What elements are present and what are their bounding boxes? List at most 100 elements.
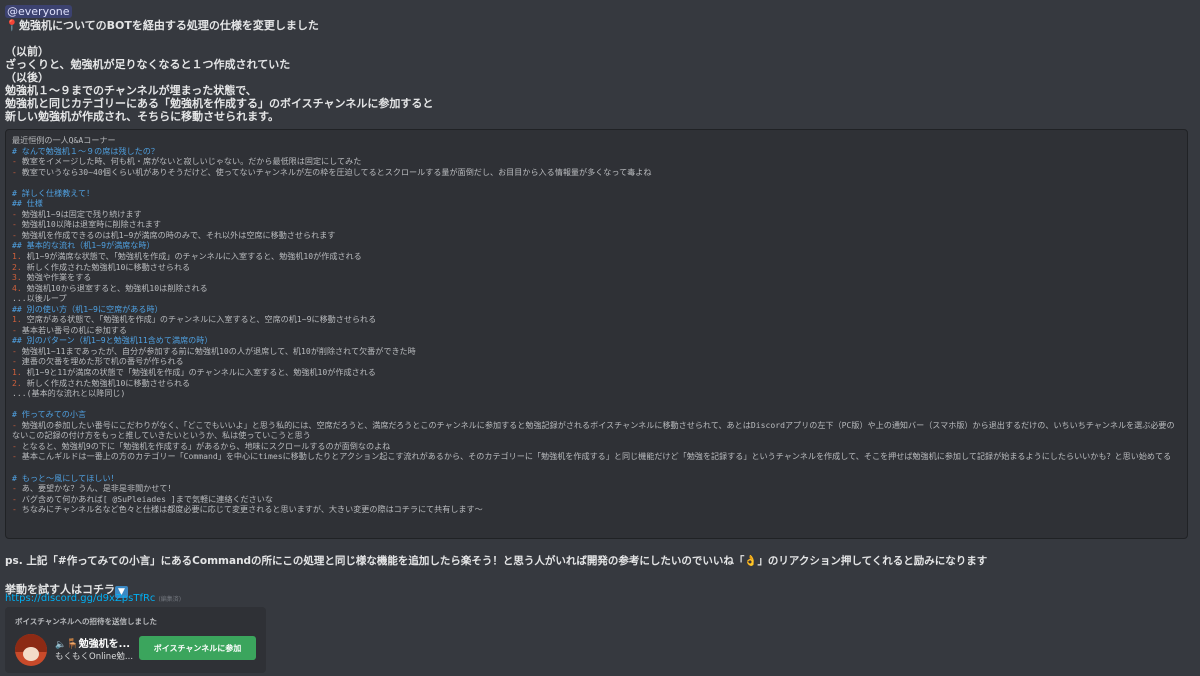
code-line-text: 新しく作成された勉強机10に移動させられる bbox=[26, 377, 191, 388]
code-line: - 勉強机の参加したい番号にこだわりがなく、「どこでもいいよ」と思う私的には、空… bbox=[12, 420, 1181, 441]
code-line: ...以後ループ bbox=[12, 293, 1181, 304]
avatar-face bbox=[23, 647, 39, 661]
bullet-marker: - bbox=[12, 156, 22, 167]
ok-hand-emoji: 👌 bbox=[744, 555, 758, 567]
bullet-marker: - bbox=[12, 229, 22, 240]
invite-card: ボイスチャンネルへの招待を送信しました 🔈🪑勉強机を... もくもくOnline… bbox=[5, 607, 266, 673]
code-title: 最近恒例の一人Q&Aコーナー bbox=[12, 135, 116, 145]
list-number: 2. bbox=[12, 261, 22, 272]
message-content: @everyone 📍勉強机についてのBOTを経由する処理の仕様を変更しました （… bbox=[5, 0, 1195, 123]
code-line-text: 勉強机を作成できるのは机1~9が満席の時のみで、それ以外は空席に移動させられます bbox=[21, 229, 336, 240]
code-line: - あ、要望かな？うん、是非是非聞かせて！ bbox=[12, 483, 1181, 494]
code-line-text: 勉強机1~11まであったが、自分が参加する前に勉強机10の人が退席して、机10が… bbox=[21, 345, 416, 356]
speaker-icon: 🔈 bbox=[55, 640, 67, 650]
code-line-text: ## 基本的な流れ（机1~9が満席な時） bbox=[12, 240, 155, 251]
list-number: 1. bbox=[12, 367, 22, 378]
code-line-text: ちなみにチャンネル名など色々と仕様は都度必要に応じて変更されると思いますが、大き… bbox=[21, 504, 483, 515]
voice-channel-name: 🔈🪑勉強机を... bbox=[55, 635, 130, 650]
code-line: - 勉強机を作成できるのは机1~9が満席の時のみで、それ以外は空席に移動させられ… bbox=[12, 230, 1181, 241]
code-line: - 教室でいうなら30~40個くらい机がありそうだけど、使ってないチャンネルが左… bbox=[12, 167, 1181, 178]
bullet-marker: - bbox=[12, 356, 22, 367]
message-line: ざっくりと、勉強机が足りなくなると１つ作成されていた bbox=[5, 58, 1195, 71]
message-line: 勉強机と同じカテゴリーにある「勉強机を作成する」のボイスチャンネルに参加すると bbox=[5, 97, 1195, 110]
code-line: ## 別の使い方（机1~9に空席がある時） bbox=[12, 304, 1181, 315]
bullet-marker: - bbox=[12, 419, 22, 430]
invite-link-line: https://discord.gg/d9xZpsTfRc (編集済) bbox=[5, 593, 181, 604]
code-line: ## 仕様 bbox=[12, 198, 1181, 209]
code-lines: # なんで勉強机１～９の席は残したの？ - 教室をイメージした時、何も机・席がない… bbox=[12, 146, 1181, 515]
message-line-text: 勉強机についてのBOTを経由する処理の仕様を変更しました bbox=[19, 19, 319, 32]
message-line: （以前） bbox=[5, 45, 1195, 58]
code-line: 3. 勉強や作業をする bbox=[12, 272, 1181, 283]
guild-avatar[interactable] bbox=[15, 634, 47, 666]
message-line: 📍勉強机についてのBOTを経由する処理の仕様を変更しました bbox=[5, 19, 1195, 32]
code-line: - 連番の欠番を埋めた形で机の番号が作られる bbox=[12, 356, 1181, 367]
code-line: 1. 机1~9が満席な状態で、「勉強机を作成」のチャンネルに入室すると、勉強机1… bbox=[12, 251, 1181, 262]
code-line-text: # 作ってみての小言 bbox=[12, 409, 87, 420]
invite-title: ボイスチャンネルへの招待を送信しました bbox=[15, 617, 158, 626]
code-line: 2. 新しく作成された勉強机10に移動させられる bbox=[12, 262, 1181, 273]
message-line: 勉強机１～９までのチャンネルが埋まった状態で、 bbox=[5, 84, 1195, 97]
code-line: 1. 空席がある状態で、「勉強机を作成」のチャンネルに入室すると、空席の机1~9… bbox=[12, 314, 1181, 325]
code-line: ## 基本的な流れ（机1~9が満席な時） bbox=[12, 240, 1181, 251]
code-line-text: あ、要望かな？うん、是非是非聞かせて！ bbox=[21, 483, 176, 494]
code-line-text: 教室でいうなら30~40個くらい机がありそうだけど、使ってないチャンネルが左の枠… bbox=[21, 166, 652, 177]
code-line: # なんで勉強机１～９の席は残したの？ bbox=[12, 146, 1181, 157]
ps-after: 」のリアクション押してくれると励みになります bbox=[757, 555, 988, 567]
code-line: - 勉強机10以降は退室時に削除されます bbox=[12, 219, 1181, 230]
code-block: 最近恒例の一人Q&Aコーナー # なんで勉強机１～９の席は残したの？ - 教室をイ… bbox=[5, 129, 1188, 539]
code-line: # もっと〜風にしてほしい！ bbox=[12, 473, 1181, 484]
code-line: - 基本こんギルドは一番上の方のカテゴリー「Command」を中心にtimesに… bbox=[12, 451, 1181, 462]
bullet-marker: - bbox=[12, 166, 22, 177]
bullet-marker: - bbox=[12, 451, 22, 462]
guild-name: もくもくOnline勉... bbox=[55, 652, 134, 662]
code-line: # 詳しく仕様教えて！ bbox=[12, 188, 1181, 199]
bullet-marker: - bbox=[12, 324, 22, 335]
code-line-text: 空席がある状態で、「勉強机を作成」のチャンネルに入室すると、空席の机1~9に移動… bbox=[26, 314, 377, 325]
ps-line: ps. 上記「#作ってみての小言」にあるCommandの所にこの処理と同じ様な機… bbox=[5, 553, 987, 568]
code-line-text: ...(基本的な流れと以降同じ) bbox=[12, 388, 126, 399]
code-line-text: 勉強机10から退室すると、勉強机10は削除される bbox=[26, 282, 208, 293]
list-number: 4. bbox=[12, 282, 22, 293]
bullet-marker: - bbox=[12, 345, 22, 356]
ps-before: ps. 上記「#作ってみての小言」にあるCommandの所にこの処理と同じ様な機… bbox=[5, 555, 745, 567]
code-line: 4. 勉強机10から退室すると、勉強机10は削除される bbox=[12, 283, 1181, 294]
pushpin-icon: 📍 bbox=[5, 19, 19, 32]
invite-link[interactable]: https://discord.gg/d9xZpsTfRc bbox=[5, 593, 155, 604]
message-line-text: 勉強机１～９までのチャンネルが埋まった状態で、 bbox=[5, 84, 257, 97]
code-line: # 作ってみての小言 bbox=[12, 409, 1181, 420]
message-line: 新しい勉強机が作成され、そちらに移動させられます。 bbox=[5, 110, 1195, 123]
bullet-marker: - bbox=[12, 440, 22, 451]
code-line-text: 勉強机1~9は固定で残り続けます bbox=[21, 208, 142, 219]
join-voice-button[interactable]: ボイスチャンネルに参加 bbox=[139, 636, 256, 660]
code-line: - 基本若い番号の机に参加する bbox=[12, 325, 1181, 336]
code-line: 1. 机1~9と11が満席の状態で「勉強机を作成」のチャンネルに入室すると、勉強… bbox=[12, 367, 1181, 378]
edited-label: (編集済) bbox=[158, 596, 182, 603]
code-line-text: 机1~9と11が満席の状態で「勉強机を作成」のチャンネルに入室すると、勉強机10… bbox=[26, 367, 376, 378]
code-line-text: バグ含めて何かあれば[ @SuPleiades ]まで気軽に連絡くださいな bbox=[21, 493, 273, 504]
message-line-text: （以後） bbox=[5, 71, 49, 84]
code-line-text: ...以後ループ bbox=[12, 293, 67, 304]
code-line-text: ## 仕様 bbox=[12, 198, 43, 209]
code-line-text: 教室をイメージした時、何も机・席がないと寂しいじゃない。だから最低限は固定にして… bbox=[21, 156, 362, 167]
code-line-text: 基本こんギルドは一番上の方のカテゴリー「Command」を中心にtimesに移動… bbox=[21, 451, 1172, 462]
channel-name-text: 勉強机を... bbox=[78, 639, 131, 650]
code-line-text: となると、勉強机9の下に「勉強机を作成する」があるから、地味にスクロールするのが… bbox=[21, 440, 391, 451]
list-number: 2. bbox=[12, 377, 22, 388]
code-line: - 教室をイメージした時、何も机・席がないと寂しいじゃない。だから最低限は固定に… bbox=[12, 156, 1181, 167]
code-line-text: ## 別のパターン（机1~9と勉強机11含めて満席の時） bbox=[12, 335, 213, 346]
message-line: （以後） bbox=[5, 71, 1195, 84]
code-line-text: # もっと〜風にしてほしい！ bbox=[12, 472, 119, 483]
message-line bbox=[5, 32, 1195, 45]
code-line: - バグ含めて何かあれば[ @SuPleiades ]まで気軽に連絡くださいな bbox=[12, 494, 1181, 505]
everyone-mention[interactable]: @everyone bbox=[5, 5, 72, 18]
message-line-text: 勉強机と同じカテゴリーにある「勉強机を作成する」のボイスチャンネルに参加すると bbox=[5, 97, 434, 110]
list-number: 1. bbox=[12, 314, 22, 325]
list-number: 3. bbox=[12, 272, 22, 283]
message-lines: 📍勉強机についてのBOTを経由する処理の仕様を変更しました （以前） ざっくりと、勉… bbox=[5, 19, 1195, 123]
chair-icon: 🪑 bbox=[66, 639, 79, 650]
code-line-text: 勉強や作業をする bbox=[26, 272, 92, 283]
